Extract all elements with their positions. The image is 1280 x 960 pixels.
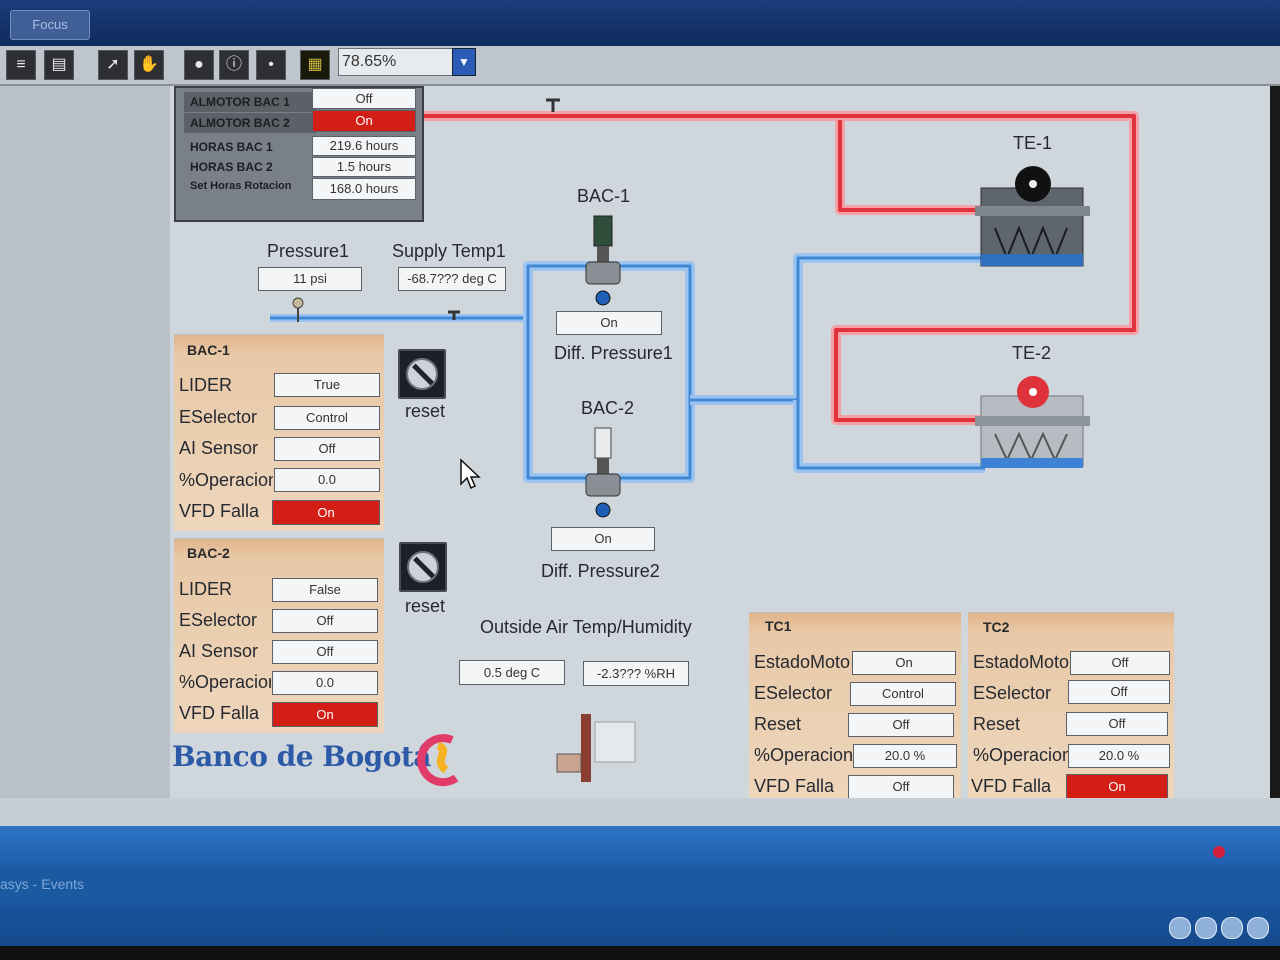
outside-air-label: Outside Air Temp/Humidity [480, 617, 692, 637]
alarm-label: ALMOTOR BAC 2 [190, 116, 290, 130]
system-tray [1165, 915, 1275, 945]
tc2-operacion-value: 20.0 % [1068, 744, 1170, 768]
tc1-reset-label: Reset [754, 714, 802, 734]
bac1-reset-label: reset [405, 401, 446, 421]
tc1-reset-value[interactable]: Off [848, 713, 954, 737]
bac2-vfd-falla-value: On [272, 702, 378, 727]
notification-icon[interactable] [1221, 917, 1243, 939]
tc1-estadomotor-label: EstadoMotor [754, 652, 850, 672]
bac1-eselector-value[interactable]: Control [274, 406, 380, 430]
bac1-vfd-falla-value: On [272, 500, 380, 525]
almotor-bac1-value: Off [312, 88, 416, 109]
bac1-panel-title: BAC-1 [187, 342, 230, 358]
tc2-panel-title: TC2 [983, 619, 1010, 635]
knob-icon [407, 551, 439, 583]
bac1-ai-sensor-label: AI Sensor [179, 438, 259, 458]
set-horas-rotacion-value[interactable]: 168.0 hours [312, 178, 416, 200]
hours-label: Set Horas Rotacion [190, 180, 292, 192]
supply-temp1-label: Supply Temp1 [392, 241, 506, 261]
bac2-pump-icon[interactable] [580, 424, 628, 520]
hours-label: HORAS BAC 2 [190, 160, 273, 174]
canvas-bottom-strip [0, 798, 1280, 828]
network-icon[interactable] [1169, 917, 1191, 939]
tc2-vfd-falla-value: On [1066, 774, 1168, 799]
bac2-eselector-value[interactable]: Off [272, 609, 378, 633]
bank-logo-icon [417, 734, 459, 787]
bac2-operacion-value: 0.0 [272, 671, 378, 695]
bac1-lider-value[interactable]: True [274, 373, 380, 397]
outside-air-humidity-value: -2.3??? %RH [583, 661, 689, 686]
tc1-operacion-value: 20.0 % [853, 744, 957, 768]
pressure1-value: 11 psi [258, 267, 362, 291]
bac2-lider-label: LIDER [179, 579, 233, 599]
bac2-ai-sensor-value: Off [272, 640, 378, 664]
tc1-vfd-falla-label: VFD Falla [754, 776, 835, 796]
tc1-vfd-falla-value: Off [848, 775, 954, 799]
alarm-label: ALMOTOR BAC 1 [190, 95, 290, 109]
tc1-panel-title: TC1 [765, 618, 792, 634]
bac2-reset-button[interactable] [399, 542, 447, 592]
bac2-panel-title: BAC-2 [187, 545, 230, 561]
bac2-reset-label: reset [405, 596, 446, 616]
bac1-vfd-falla-label: VFD Falla [179, 501, 260, 521]
tc1-eselector-value[interactable]: Control [850, 682, 956, 706]
tc1-operacion-label: %Operacion [754, 745, 852, 765]
tc2-operacion-label: %Operacion [973, 745, 1069, 765]
bac1-reset-button[interactable] [398, 349, 446, 399]
tc2-reset-value[interactable]: Off [1066, 712, 1168, 736]
bac1-operacion-value: 0.0 [274, 468, 380, 492]
diff-pressure1-label: Diff. Pressure1 [554, 343, 673, 363]
bac2-status: On [551, 527, 655, 551]
bac1-pump-icon[interactable] [580, 212, 628, 308]
bac2-vfd-falla-label: VFD Falla [179, 703, 260, 723]
te2-cooling-tower-icon[interactable] [975, 370, 1090, 470]
tc2-estadomotor-value: Off [1070, 651, 1170, 675]
bac1-ai-sensor-value: Off [274, 437, 380, 461]
supply-temp1-value: -68.7??? deg C [398, 267, 506, 291]
bac2-lider-value[interactable]: False [272, 578, 378, 602]
bac1-eselector-label: ESelector [179, 407, 258, 427]
bac2-eselector-label: ESelector [179, 610, 258, 630]
tc2-eselector-value[interactable]: Off [1068, 680, 1170, 704]
bac1-lider-label: LIDER [179, 375, 233, 395]
tc1-estadomotor-value: On [852, 651, 956, 675]
pressure1-label: Pressure1 [267, 241, 350, 261]
te1-cooling-tower-icon[interactable] [975, 158, 1090, 270]
te1-label: TE-1 [1013, 133, 1053, 153]
mouse-cursor-icon [460, 458, 481, 490]
hours-label: HORAS BAC 1 [190, 140, 273, 154]
tc1-eselector-label: ESelector [754, 683, 833, 703]
bac2-ai-sensor-label: AI Sensor [179, 641, 259, 661]
outside-air-temp-value: 0.5 deg C [459, 660, 565, 685]
bac1-operacion-label: %Operacion [179, 470, 273, 490]
diff-pressure2-label: Diff. Pressure2 [541, 561, 660, 581]
battery-icon[interactable] [1247, 917, 1269, 939]
bank-logo: Banco de Bogotá [172, 740, 431, 773]
tc2-vfd-falla-label: VFD Falla [971, 776, 1052, 796]
volume-icon[interactable] [1195, 917, 1217, 939]
screen-bezel [0, 946, 1280, 960]
tc2-reset-label: Reset [973, 714, 1021, 734]
horas-bac2-value: 1.5 hours [312, 157, 416, 177]
tc2-eselector-label: ESelector [973, 683, 1052, 703]
events-bar [0, 865, 1280, 905]
bac2-operacion-label: %Operacion [179, 672, 271, 692]
bac1-status: On [556, 311, 662, 335]
alarm-indicator-icon[interactable] [1213, 846, 1225, 858]
bac2-equipment-label: BAC-2 [581, 398, 635, 418]
tc2-estadomotor-label: EstadoMotor [973, 652, 1069, 672]
almotor-bac2-value: On [312, 110, 416, 132]
bac1-equipment-label: BAC-1 [577, 186, 631, 206]
horas-bac1-value: 219.6 hours [312, 136, 416, 156]
weather-sensor-icon [556, 714, 636, 782]
te2-label: TE-2 [1012, 343, 1052, 363]
events-label[interactable]: asys - Events [0, 876, 84, 892]
knob-icon [406, 358, 438, 390]
